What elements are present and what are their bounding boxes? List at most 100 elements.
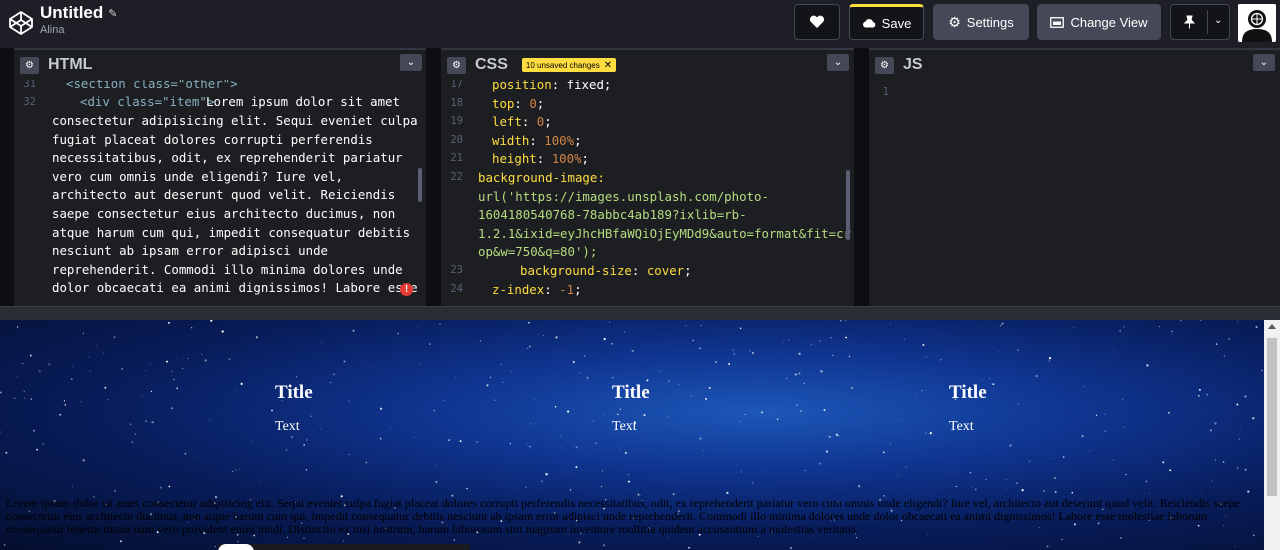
pin-button[interactable]: ⌄ [1170,4,1230,40]
chevron-down-icon[interactable]: ⌄ [1214,15,1222,26]
star [999,324,1002,327]
css-decl: position: fixed; [492,80,611,92]
star [221,330,224,333]
js-settings-gear-icon[interactable]: ⚙ [875,56,894,74]
html-collapse-chevron-icon[interactable]: ⌄ [400,54,422,71]
star [210,320,213,322]
pen-title[interactable]: Untitled ✎ [40,3,118,23]
save-button[interactable]: Save [849,4,924,40]
line-number: 24 [450,283,463,295]
love-button[interactable] [794,4,840,40]
star [1089,450,1091,452]
html-scrollbar[interactable] [418,168,422,202]
change-view-button[interactable]: Change View [1037,4,1161,40]
line-number: 17 [450,80,463,90]
star [723,449,724,451]
error-icon[interactable]: ! [400,283,413,296]
code-line-text: consectetur adipisicing elit. Sequi even… [52,113,418,128]
html-settings-gear-icon[interactable]: ⚙ [20,56,39,74]
star [858,484,861,488]
line-number: 18 [450,97,463,109]
star [8,364,10,365]
css-code[interactable]: 17 position: fixed; 18 top: 0; 19 left: … [441,80,854,306]
star [541,480,543,483]
js-code[interactable]: 1 [869,80,1280,306]
preview-resize-handle[interactable] [0,306,1280,320]
user-avatar[interactable] [1238,4,1276,42]
star [751,481,754,484]
star [794,373,797,376]
star [705,397,707,400]
star [311,493,313,494]
star [1169,469,1172,472]
css-decl: background-size: cover; [520,263,692,278]
js-pane-name: JS [903,56,923,73]
preview-item-title: Title [949,382,987,403]
code-line-text: vero cum omnis unde eligendi? Iure vel, [52,169,343,184]
html-editor-pane[interactable]: ⚙ HTML ⌄ 31 <section class="other"> 32 <… [14,48,426,306]
html-pane-name: HTML [48,56,93,73]
star [828,435,831,438]
star [490,376,492,378]
pen-author[interactable]: Alina [40,24,118,36]
css-decl: z-index: -1; [492,282,582,297]
editor-area: ⚙ HTML ⌄ 31 <section class="other"> 32 <… [0,48,1280,306]
star [102,352,104,354]
star [619,448,621,450]
star [527,347,529,349]
star [804,470,806,472]
pencil-icon[interactable]: ✎ [108,7,117,20]
html-code[interactable]: 31 <section class="other"> 32 <div class… [14,80,426,306]
pen-title-group: Untitled ✎ Alina [40,3,118,36]
star [1061,538,1063,541]
star [611,343,613,345]
css-settings-gear-icon[interactable]: ⚙ [447,56,466,74]
star [320,342,322,344]
star [170,407,173,410]
star [1180,320,1182,322]
star [0,431,1,433]
star [845,336,847,339]
star [453,539,455,541]
code-line-text: reprehenderit. Commodi illo minima dolor… [52,262,403,277]
js-collapse-chevron-icon[interactable]: ⌄ [1253,54,1275,71]
star [444,400,445,401]
preview-item: Title Text [275,382,313,435]
star [295,376,298,378]
star [668,380,670,383]
star [1238,438,1241,440]
unsaved-changes-text: 10 unsaved changes [525,60,600,70]
star [740,471,743,473]
star [623,331,625,333]
star [628,474,630,476]
gear-icon: ⚙ [948,13,961,30]
star [985,478,987,480]
scroll-up-arrow-icon[interactable] [1268,324,1276,329]
css-collapse-chevron-icon[interactable]: ⌄ [827,54,849,71]
star [181,367,184,370]
css-scrollbar[interactable] [846,170,850,240]
star [1082,386,1084,387]
star [23,390,26,393]
star [237,541,239,543]
unsaved-changes-badge[interactable]: 10 unsaved changes ✕ [521,58,617,72]
star [176,387,179,390]
star [921,389,923,392]
star [545,473,548,476]
codepen-logo-icon[interactable] [8,10,34,36]
css-editor-pane[interactable]: ⚙ CSS 10 unsaved changes ✕ ⌄ 17 position… [441,48,854,306]
css-value: 100% [551,151,582,166]
star [799,410,802,413]
settings-button[interactable]: ⚙ Settings [933,4,1029,40]
preview-scroll-thumb[interactable] [1267,338,1277,496]
js-editor-pane[interactable]: ⚙ JS ⌄ 1 [869,48,1280,306]
star [1043,490,1045,492]
star [114,489,116,492]
star [1095,414,1098,416]
star [700,324,702,327]
close-icon[interactable]: ✕ [604,60,612,71]
preview-scrollbar[interactable] [1264,320,1280,550]
star [699,437,702,440]
star [1214,422,1217,425]
preview-frame[interactable]: Title Text Title Text Title Text Lorem i… [0,320,1264,550]
